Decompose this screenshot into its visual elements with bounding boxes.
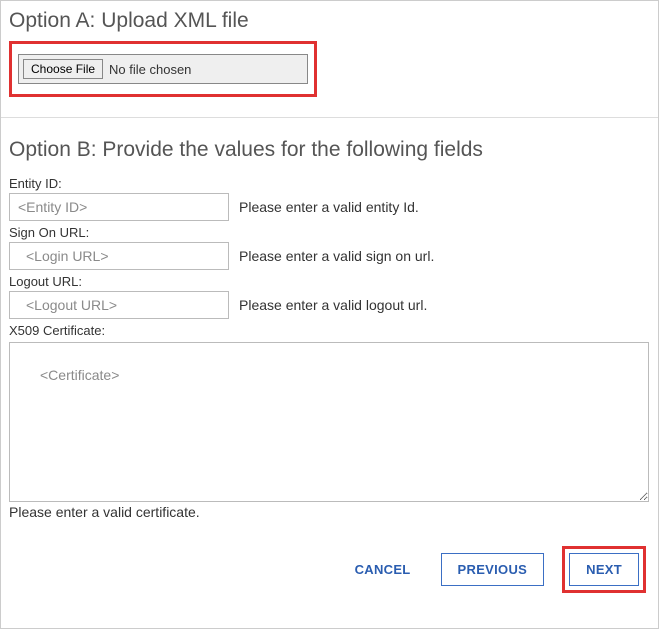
logout-url-hint: Please enter a valid logout url. (239, 297, 427, 313)
sign-on-url-input[interactable] (9, 242, 229, 270)
certificate-label: X509 Certificate: (9, 323, 650, 338)
next-highlight: NEXT (562, 546, 646, 593)
option-a-section: Option A: Upload XML file Choose File No… (1, 1, 658, 118)
logout-url-input[interactable] (9, 291, 229, 319)
option-b-section: Option B: Provide the values for the fol… (1, 118, 658, 530)
upload-highlight: Choose File No file chosen (9, 41, 317, 97)
option-b-title: Option B: Provide the values for the fol… (9, 138, 650, 162)
entity-id-input[interactable] (9, 193, 229, 221)
file-chosen-status: No file chosen (109, 62, 191, 77)
sign-on-url-hint: Please enter a valid sign on url. (239, 248, 434, 264)
sign-on-url-label: Sign On URL: (9, 225, 650, 240)
next-button[interactable]: NEXT (569, 553, 639, 586)
option-a-title: Option A: Upload XML file (9, 9, 650, 33)
entity-id-hint: Please enter a valid entity Id. (239, 199, 419, 215)
file-picker[interactable]: Choose File No file chosen (18, 54, 308, 84)
certificate-textarea[interactable] (9, 342, 649, 502)
wizard-footer: CANCEL PREVIOUS NEXT (1, 530, 658, 609)
previous-button[interactable]: PREVIOUS (441, 553, 545, 586)
choose-file-button[interactable]: Choose File (23, 59, 103, 79)
entity-id-label: Entity ID: (9, 176, 650, 191)
certificate-hint: Please enter a valid certificate. (9, 504, 650, 520)
cancel-button[interactable]: CANCEL (343, 554, 423, 585)
logout-url-label: Logout URL: (9, 274, 650, 289)
